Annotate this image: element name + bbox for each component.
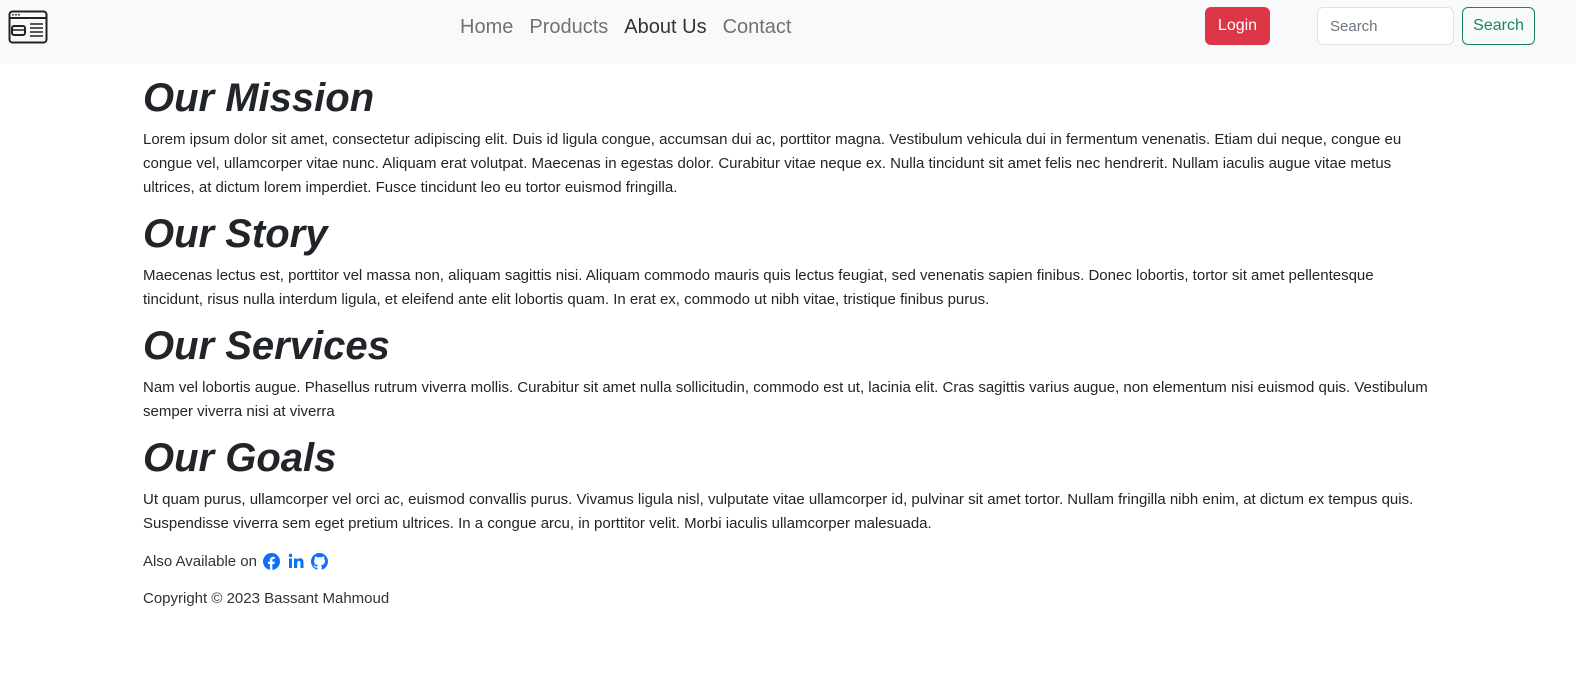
goals-section: Our Goals Ut quam purus, ullamcorper vel… bbox=[143, 434, 1433, 536]
section-body-goals: Ut quam purus, ullamcorper vel orci ac, … bbox=[143, 491, 1414, 532]
services-section: Our Services Nam vel lobortis augue. Pha… bbox=[143, 322, 1433, 424]
main-content: Our Mission Lorem ipsum dolor sit amet, … bbox=[143, 64, 1433, 607]
section-body-story: Maecenas lectus est, porttitor vel massa… bbox=[143, 267, 1374, 308]
available-label: Also Available on bbox=[143, 552, 257, 570]
facebook-icon[interactable] bbox=[263, 552, 281, 570]
nav-link-contact[interactable]: Contact bbox=[723, 16, 792, 39]
mission-section: Our Mission Lorem ipsum dolor sit amet, … bbox=[143, 74, 1433, 200]
section-title-mission: Our Mission bbox=[143, 76, 375, 120]
section-title-services: Our Services bbox=[143, 324, 390, 368]
search-button[interactable]: Search bbox=[1462, 7, 1535, 45]
social-links: Also Available on bbox=[143, 552, 1433, 570]
logo-icon[interactable] bbox=[8, 10, 48, 44]
copyright-text: Copyright © 2023 Bassant Mahmoud bbox=[143, 590, 390, 607]
nav-link-home[interactable]: Home bbox=[460, 16, 513, 39]
navbar: Home Products About Us Contact Login Sea… bbox=[0, 0, 1576, 64]
main-nav: Home Products About Us Contact bbox=[460, 14, 792, 40]
section-title-story: Our Story bbox=[143, 212, 328, 256]
login-button[interactable]: Login bbox=[1205, 7, 1270, 45]
section-body-services: Nam vel lobortis augue. Phasellus rutrum… bbox=[143, 379, 1428, 420]
linkedin-icon[interactable] bbox=[287, 552, 305, 570]
section-title-goals: Our Goals bbox=[143, 436, 337, 480]
nav-link-about-us[interactable]: About Us bbox=[624, 16, 706, 39]
section-body-mission: Lorem ipsum dolor sit amet, consectetur … bbox=[143, 131, 1402, 196]
github-icon[interactable] bbox=[311, 552, 329, 570]
search-input[interactable] bbox=[1317, 7, 1454, 45]
story-section: Our Story Maecenas lectus est, porttitor… bbox=[143, 210, 1433, 312]
nav-link-products[interactable]: Products bbox=[529, 16, 608, 39]
